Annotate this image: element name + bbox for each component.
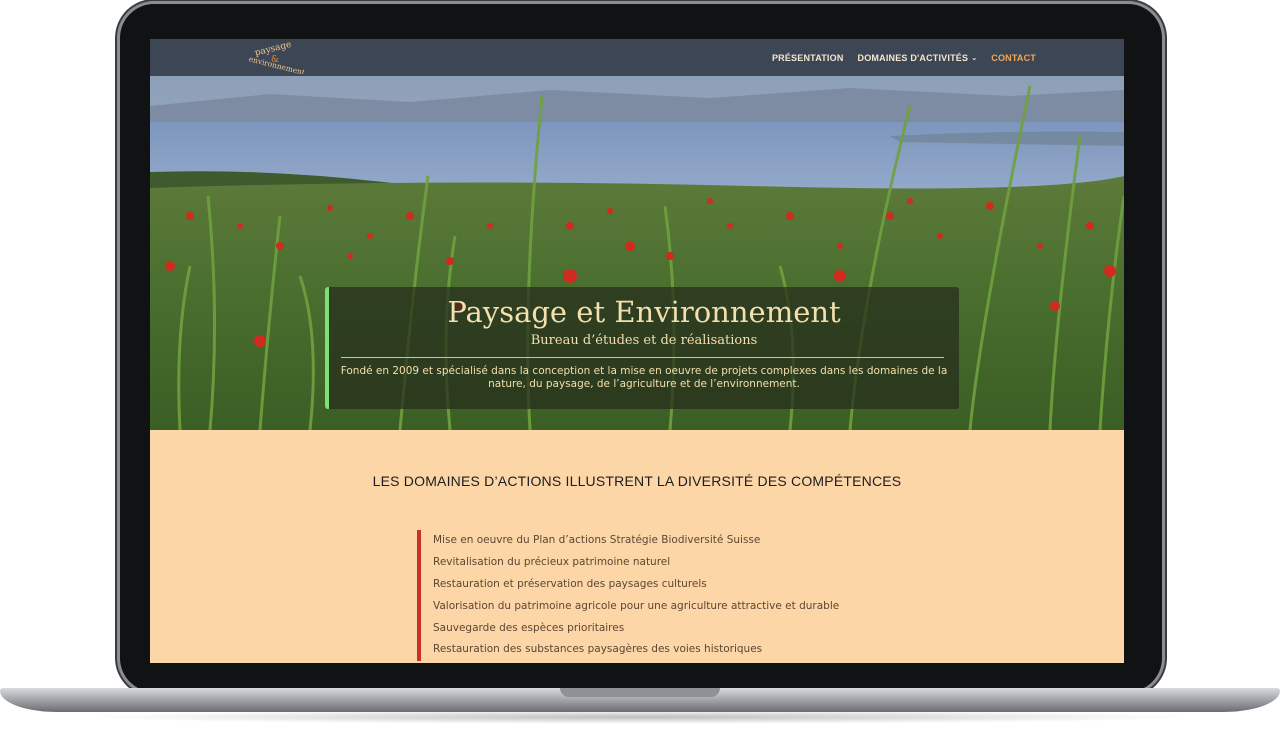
- list-item: Valorisation du patrimoine agricole pour…: [433, 599, 840, 612]
- domains-list: Mise en oeuvre du Plan d’actions Stratég…: [417, 530, 921, 662]
- hero-title: Paysage et Environnement: [447, 295, 841, 329]
- list-item: Revitalisation du précieux patrimoine na…: [433, 555, 671, 568]
- nav-contact-label: CONTACT: [991, 52, 1036, 63]
- list-item: Restauration et préservation des paysage…: [433, 577, 707, 590]
- nav-domaines[interactable]: DOMAINES D'ACTIVITÉS ⌄: [858, 53, 978, 63]
- list-item: Restauration des substances paysagères d…: [433, 643, 763, 656]
- site-header: paysage & environnement PRÉSENTATION DOM…: [150, 39, 1124, 76]
- section-title: LES DOMAINES D’ACTIONS ILLUSTRENT LA DIV…: [372, 473, 902, 489]
- list-item: Sauvegarde des espèces prioritaires: [433, 621, 625, 634]
- hero-text-box: Paysage et Environnement Bureau d’études…: [325, 287, 959, 409]
- hero-divider: [341, 357, 944, 358]
- hero-banner: Paysage et Environnement Bureau d’études…: [150, 76, 1124, 430]
- nav-domaines-label: DOMAINES D'ACTIVITÉS: [857, 52, 969, 63]
- list-item: Mise en oeuvre du Plan d’actions Stratég…: [433, 534, 761, 546]
- nav-presentation-label: PRÉSENTATION: [771, 52, 844, 63]
- laptop-notch: [560, 688, 720, 697]
- hero-description: Fondé en 2009 et spécialisé dans la conc…: [340, 365, 948, 390]
- nav-presentation[interactable]: PRÉSENTATION: [772, 53, 844, 63]
- main-nav: PRÉSENTATION DOMAINES D'ACTIVITÉS ⌄ CONT…: [772, 39, 1036, 76]
- hero-subtitle: Bureau d’études et de réalisations: [530, 333, 758, 348]
- screen: paysage & environnement PRÉSENTATION DOM…: [150, 39, 1124, 663]
- chevron-down-icon: ⌄: [971, 54, 978, 62]
- nav-contact[interactable]: CONTACT: [991, 53, 1036, 63]
- laptop-shadow: [80, 710, 1200, 724]
- site-logo[interactable]: paysage & environnement: [246, 42, 304, 74]
